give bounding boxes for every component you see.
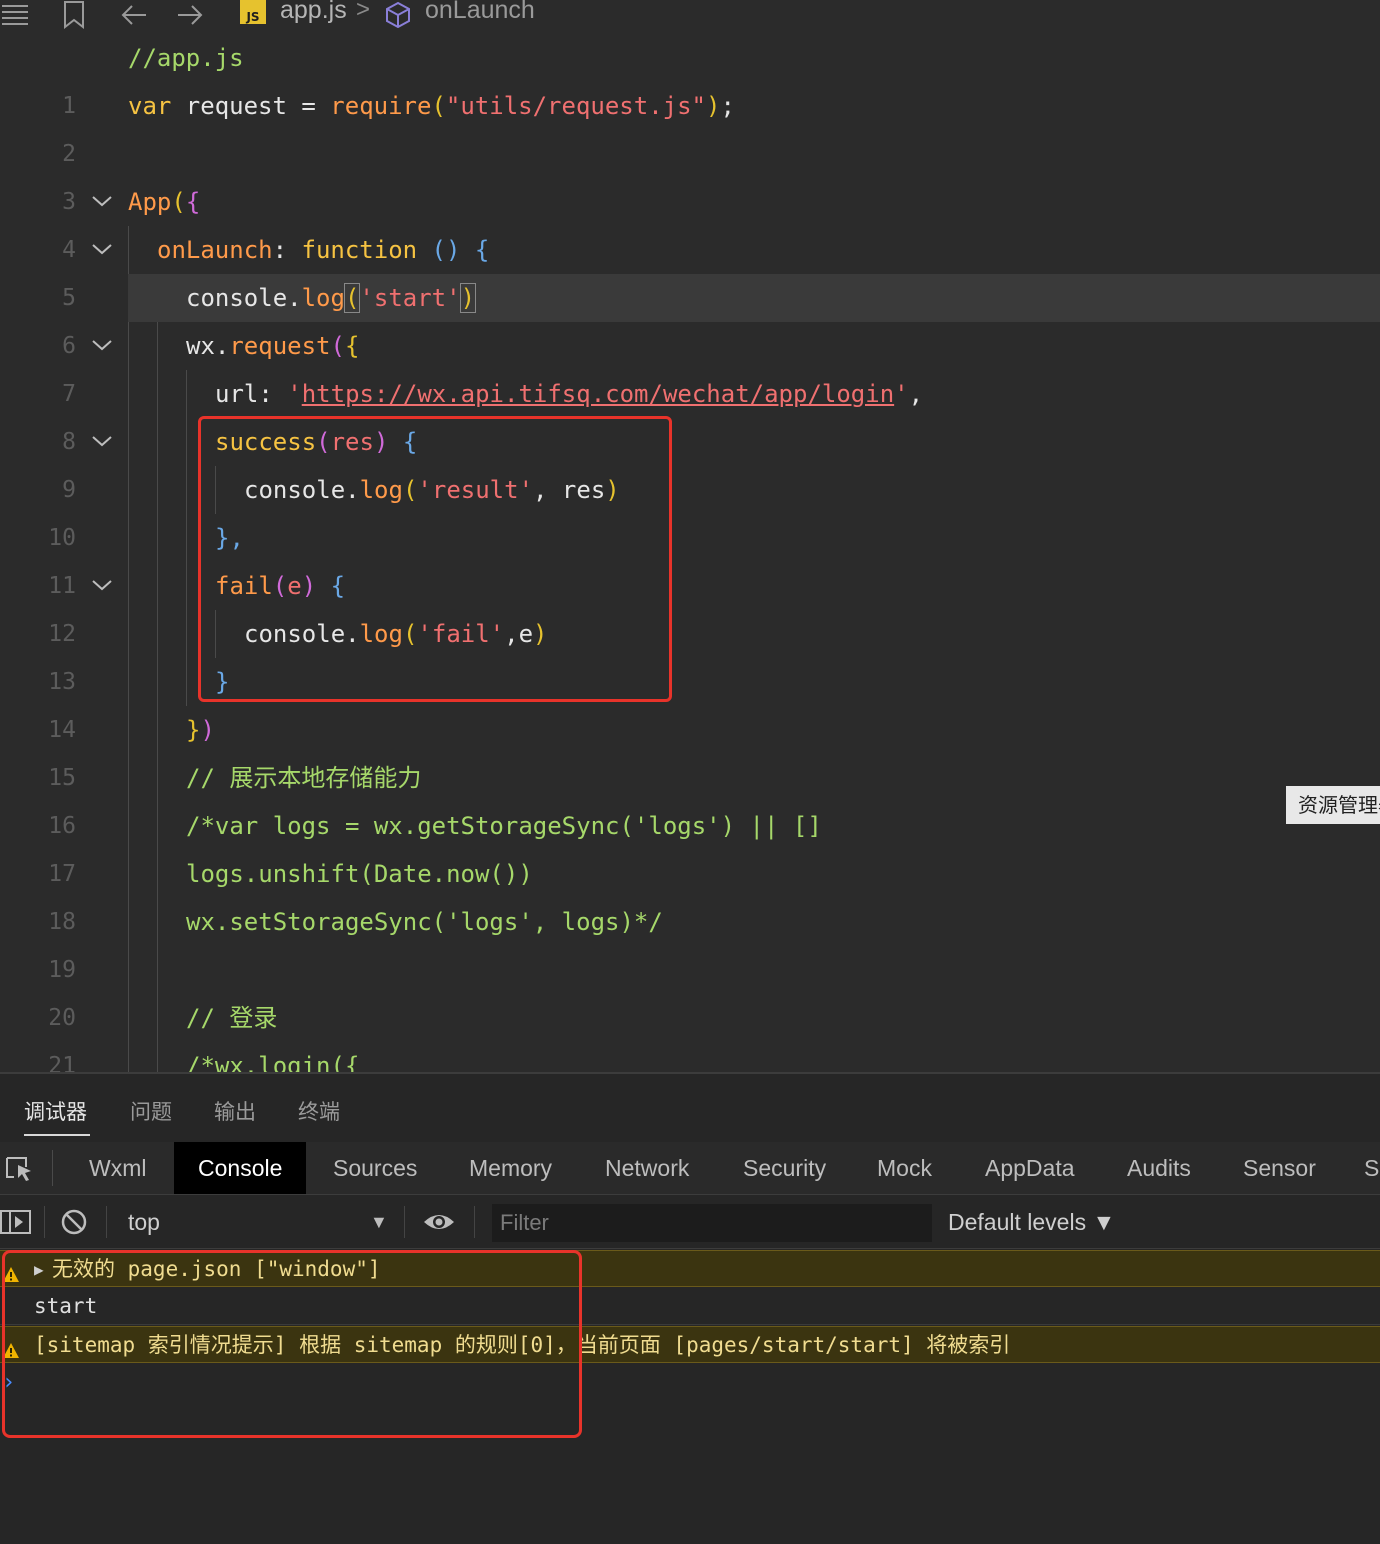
code-line[interactable]: 3 (0, 130, 1380, 215)
panel-tabs: 调试器 问题 输出 终端 (0, 1072, 1380, 1140)
highlight-box-code (198, 416, 672, 702)
code-text: console.log('start') (186, 283, 477, 313)
breadcrumb-separator: > (356, 0, 371, 23)
code-comment: //app.js (128, 44, 244, 72)
code-line[interactable]: 5 onLaunch: function () { (0, 226, 1380, 311)
code-line[interactable]: 7 wx.request({ (0, 322, 1380, 407)
tab-memory[interactable]: Memory (469, 1142, 552, 1194)
breadcrumb-symbol[interactable]: onLaunch (425, 0, 535, 25)
list-icon[interactable] (0, 0, 30, 30)
clear-console-icon[interactable] (60, 1208, 88, 1241)
back-arrow-icon[interactable] (120, 0, 148, 30)
code-comment: // 登录 (186, 1004, 278, 1032)
url-link[interactable]: https://wx.api.tifsq.com/wechat/app/logi… (302, 380, 894, 408)
code-comment: /*var logs = wx.getStorageSync('logs') |… (186, 812, 822, 840)
fold-chevron-icon[interactable] (90, 178, 114, 226)
code-line[interactable]: 17 /*var logs = wx.getStorageSync('logs'… (0, 802, 1380, 887)
inspect-element-icon[interactable] (4, 1155, 34, 1188)
tab-wxml[interactable]: Wxml (89, 1142, 146, 1194)
tab-console[interactable]: Console (174, 1142, 307, 1194)
context-selector[interactable]: top (128, 1196, 160, 1248)
cube-method-icon (384, 0, 412, 30)
code-comment: logs.unshift(Date.now()) (186, 860, 533, 888)
tab-overflow[interactable]: S (1364, 1142, 1379, 1194)
toolbar-divider (44, 1206, 45, 1238)
code-text: }) (186, 716, 215, 744)
code-line[interactable]: 20 (0, 946, 1380, 1031)
tab-network[interactable]: Network (605, 1142, 689, 1194)
toolbar-divider (474, 1206, 475, 1238)
fold-chevron-icon[interactable] (90, 562, 114, 610)
code-text: var request = require("utils/request.js"… (128, 92, 735, 120)
console-toolbar: top ▼ Filter Default levels ▼ (0, 1196, 1380, 1249)
toolbar-divider (106, 1206, 107, 1238)
code-line[interactable]: 22 /*wx.login({ (0, 1042, 1380, 1072)
fold-chevron-icon[interactable] (90, 226, 114, 274)
log-levels-dropdown[interactable]: Default levels ▼ (948, 1196, 1115, 1248)
code-text: onLaunch: function () { (157, 236, 490, 264)
devtools-tabs: Wxml Console Sources Memory Network Secu… (0, 1142, 1380, 1195)
eye-icon[interactable] (422, 1210, 456, 1239)
code-text: App({ (128, 188, 201, 216)
tab-sources[interactable]: Sources (333, 1142, 417, 1194)
toolbar-divider (52, 1150, 53, 1186)
chevron-down-icon[interactable]: ▼ (370, 1196, 388, 1248)
code-line[interactable]: 19 wx.setStorageSync('logs', logs)*/ (0, 898, 1380, 983)
code-editor[interactable]: 1 //app.js 2 var request = require("util… (0, 34, 1380, 1072)
tab-debugger[interactable]: 调试器 (24, 1096, 87, 1126)
js-file-icon: JS (240, 0, 266, 24)
code-line[interactable]: 18 logs.unshift(Date.now()) (0, 850, 1380, 935)
filter-input[interactable]: Filter (492, 1204, 932, 1242)
code-line[interactable]: 1 //app.js (0, 34, 1380, 119)
code-line[interactable]: 15 }) (0, 706, 1380, 791)
fold-chevron-icon[interactable] (90, 322, 114, 370)
code-comment: wx.setStorageSync('logs', logs)*/ (186, 908, 663, 936)
code-text: wx.request({ (186, 332, 360, 360)
toolbar-divider (404, 1206, 405, 1238)
breadcrumb: JS app.js > onLaunch (0, 0, 1380, 30)
forward-arrow-icon[interactable] (176, 0, 204, 30)
tab-problems[interactable]: 问题 (130, 1096, 172, 1126)
fold-chevron-icon[interactable] (90, 418, 114, 466)
tab-sensor[interactable]: Sensor (1243, 1142, 1316, 1194)
explorer-tooltip: 资源管理器 (1286, 786, 1380, 824)
active-tab-indicator (24, 1134, 90, 1136)
code-comment: /*wx.login({ (186, 1052, 360, 1072)
tab-terminal[interactable]: 终端 (298, 1096, 340, 1126)
tab-appdata[interactable]: AppData (985, 1142, 1075, 1194)
tab-audits[interactable]: Audits (1127, 1142, 1191, 1194)
bookmark-icon[interactable] (62, 0, 86, 30)
tab-output[interactable]: 输出 (214, 1096, 256, 1126)
code-text: url: 'https://wx.api.tifsq.com/wechat/ap… (215, 380, 924, 408)
code-line[interactable]: 4 App({ (0, 178, 1380, 263)
code-line[interactable]: 21 // 登录 (0, 994, 1380, 1072)
code-comment: // 展示本地存储能力 (186, 764, 422, 792)
sidebar-toggle-icon[interactable] (0, 1209, 32, 1240)
tab-mock[interactable]: Mock (877, 1142, 932, 1194)
code-line[interactable]: 16 // 展示本地存储能力 (0, 754, 1380, 839)
code-line-current[interactable]: 6 console.log('start') (0, 274, 1380, 359)
tab-security[interactable]: Security (743, 1142, 826, 1194)
code-line[interactable]: 8 url: 'https://wx.api.tifsq.com/wechat/… (0, 370, 1380, 455)
code-line[interactable]: 2 var request = require("utils/request.j… (0, 82, 1380, 167)
breadcrumb-file[interactable]: app.js (280, 0, 347, 25)
highlight-box-console (2, 1250, 582, 1438)
